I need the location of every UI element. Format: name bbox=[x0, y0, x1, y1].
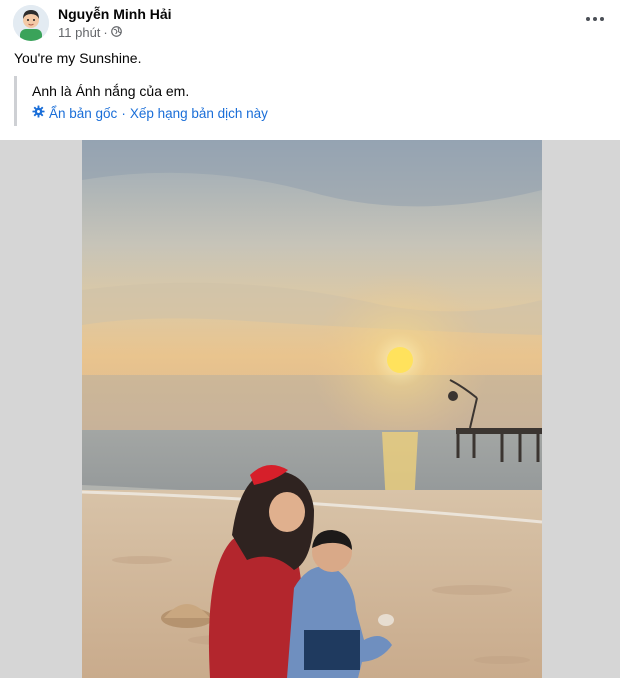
rate-translation-link[interactable]: Xếp hạng bản dịch này bbox=[130, 106, 268, 121]
post-photo[interactable] bbox=[82, 140, 542, 678]
translated-text: Anh là Ánh nắng của em. bbox=[32, 83, 190, 99]
more-dot bbox=[586, 17, 590, 21]
post-media bbox=[0, 140, 620, 678]
more-dot bbox=[600, 17, 604, 21]
more-dot bbox=[593, 17, 597, 21]
more-options-button[interactable] bbox=[583, 12, 607, 26]
post-text: You're my Sunshine. bbox=[14, 50, 142, 66]
post-meta: 11 phút · bbox=[58, 25, 122, 40]
post-time[interactable]: 11 phút bbox=[58, 25, 100, 40]
avatar-illustration bbox=[13, 5, 49, 41]
gear-icon[interactable] bbox=[32, 105, 45, 121]
translation-links: Ẩn bản gốc · Xếp hạng bản dịch này bbox=[32, 105, 268, 121]
link-separator: · bbox=[121, 105, 126, 121]
globe-icon bbox=[110, 25, 122, 40]
post-card: Nguyễn Minh Hải 11 phút · You're my Suns… bbox=[0, 0, 620, 678]
author-name[interactable]: Nguyễn Minh Hải bbox=[58, 6, 172, 22]
translation-box: Anh là Ánh nắng của em. Ẩn bản gốc · Xếp… bbox=[14, 76, 607, 126]
meta-separator: · bbox=[103, 25, 108, 40]
author-avatar[interactable] bbox=[13, 5, 49, 41]
sunset-beach-image bbox=[82, 140, 542, 678]
hide-original-link[interactable]: Ẩn bản gốc bbox=[49, 106, 117, 121]
